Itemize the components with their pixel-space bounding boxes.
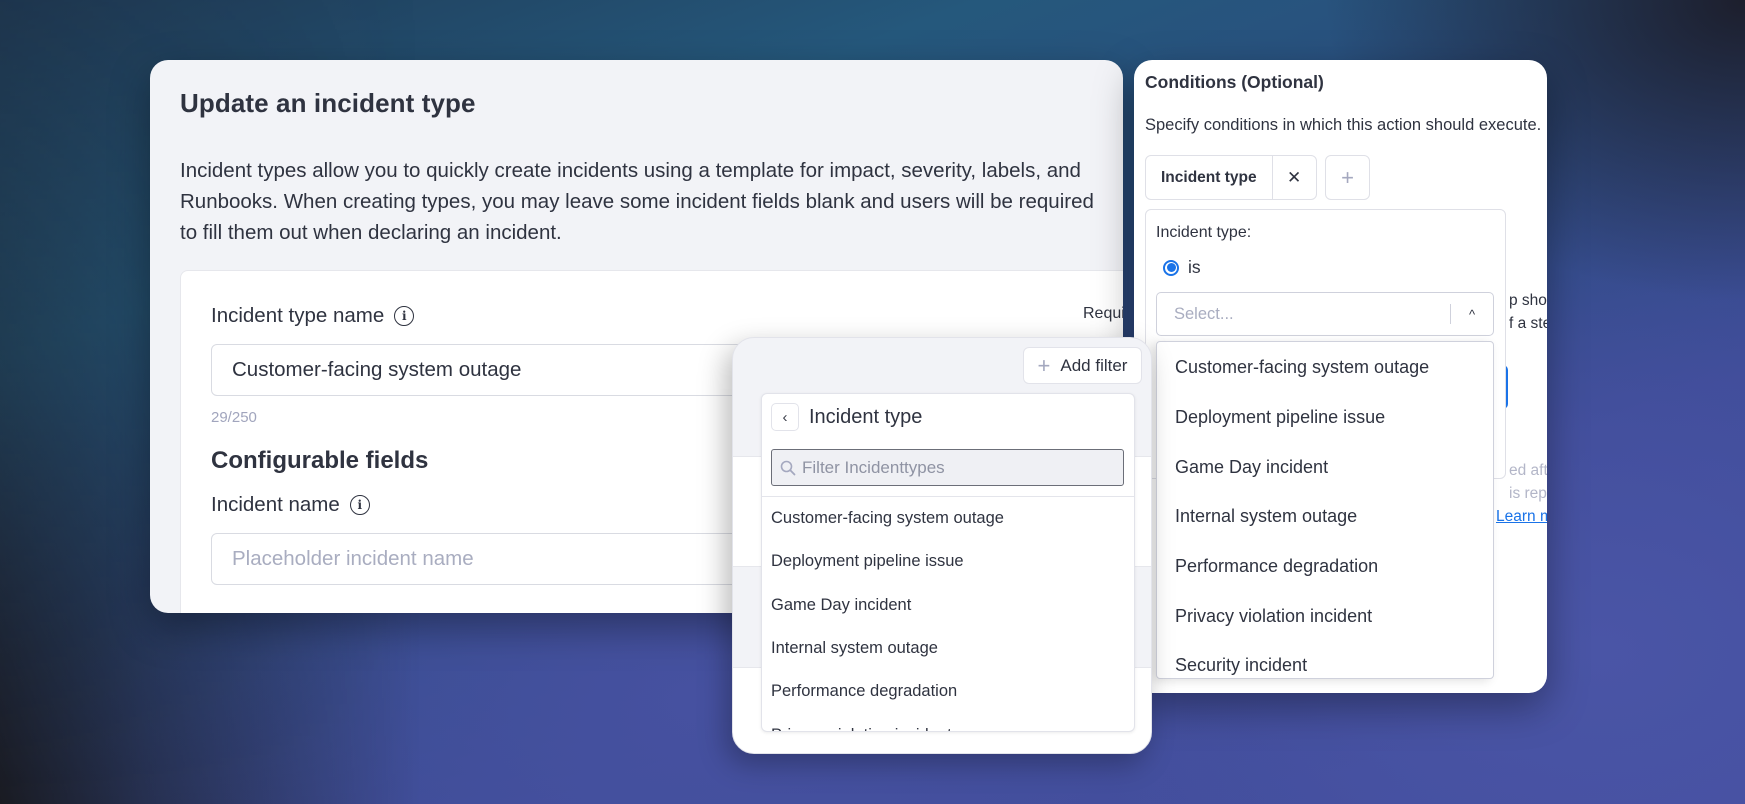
conditions-title: Conditions (Optional) <box>1145 72 1324 92</box>
filter-options-list: Customer-facing system outage Deployment… <box>762 497 1134 731</box>
option-item[interactable]: Internal system outage <box>1157 492 1493 542</box>
operator-radio-is[interactable]: is <box>1163 257 1201 278</box>
required-label: Required <box>1083 305 1123 322</box>
option-item[interactable]: Deployment pipeline issue <box>1157 393 1493 443</box>
incident-type-select[interactable]: Select... ^ <box>1156 292 1494 336</box>
incident-type-name-value: Customer-facing system outage <box>232 358 522 381</box>
plus-icon: + <box>1037 352 1051 378</box>
add-filter-label: Add filter <box>1060 355 1128 375</box>
filter-option[interactable]: Internal system outage <box>762 627 1134 670</box>
obscured-text: is repea <box>1509 485 1547 502</box>
learn-more-link[interactable]: Learn m <box>1496 508 1547 526</box>
filter-option[interactable]: Privacy violation incident <box>762 713 1134 731</box>
incident-type-options-menu: Customer-facing system outage Deployment… <box>1156 341 1494 679</box>
radio-selected-icon[interactable] <box>1163 259 1179 276</box>
incident-name-placeholder: Placeholder incident name <box>232 547 474 570</box>
filter-popover: + Add filter ‹ Incident type Customer-fa… <box>732 337 1152 754</box>
incident-type-filter-panel: ‹ Incident type Customer-facing system o… <box>761 393 1135 732</box>
conditions-description: Specify conditions in which this action … <box>1145 116 1542 134</box>
filter-search-input[interactable] <box>802 457 1112 478</box>
chevron-up-icon[interactable]: ^ <box>1451 307 1493 322</box>
chevron-left-icon[interactable]: ‹ <box>771 403 799 431</box>
page-title: Update an incident type <box>180 88 476 118</box>
select-placeholder: Select... <box>1174 304 1234 323</box>
info-icon[interactable]: i <box>349 495 370 515</box>
character-counter: 29/250 <box>211 409 257 426</box>
option-item[interactable]: Customer-facing system outage <box>1157 343 1493 393</box>
close-icon[interactable]: ✕ <box>1273 156 1316 199</box>
condition-field-label: Incident type: <box>1156 224 1252 241</box>
info-icon[interactable]: i <box>394 306 415 326</box>
filter-option[interactable]: Performance degradation <box>762 670 1134 713</box>
options-list: Customer-facing system outage Deployment… <box>1157 342 1493 678</box>
configurable-fields-title: Configurable fields <box>211 447 429 474</box>
obscured-text: ed afte <box>1509 462 1547 479</box>
search-icon <box>780 460 796 475</box>
filter-search-field[interactable] <box>771 449 1124 486</box>
option-item[interactable]: Performance degradation <box>1157 542 1493 592</box>
add-filter-button[interactable]: + Add filter <box>1023 347 1142 384</box>
obscured-text: p shou <box>1509 292 1547 309</box>
filter-panel-header: ‹ Incident type <box>771 403 922 431</box>
condition-chip-label[interactable]: Incident type <box>1146 156 1273 199</box>
incident-name-label-row: Incident name i <box>211 493 370 517</box>
plus-icon: + <box>1341 164 1354 190</box>
filter-option[interactable]: Customer-facing system outage <box>762 497 1134 540</box>
option-item[interactable]: Privacy violation incident <box>1157 591 1493 641</box>
filter-option[interactable]: Deployment pipeline issue <box>762 540 1134 583</box>
incident-type-name-label-row: Incident type name i <box>211 304 415 328</box>
page-description: Incident types allow you to quickly crea… <box>180 159 1094 244</box>
obscured-text: f a ste <box>1509 315 1547 332</box>
option-item[interactable]: Game Day incident <box>1157 442 1493 492</box>
add-condition-button[interactable]: + <box>1325 155 1370 200</box>
operator-label: is <box>1188 257 1201 277</box>
incident-type-name-label: Incident type name <box>211 304 385 327</box>
option-item[interactable]: Security incident <box>1157 641 1493 678</box>
condition-chip: Incident type ✕ <box>1145 155 1317 200</box>
conditions-card: Conditions (Optional) Specify conditions… <box>1134 60 1547 693</box>
filter-panel-title: Incident type <box>809 405 923 428</box>
filter-option[interactable]: Game Day incident <box>762 584 1134 627</box>
incident-name-label: Incident name <box>211 493 340 516</box>
